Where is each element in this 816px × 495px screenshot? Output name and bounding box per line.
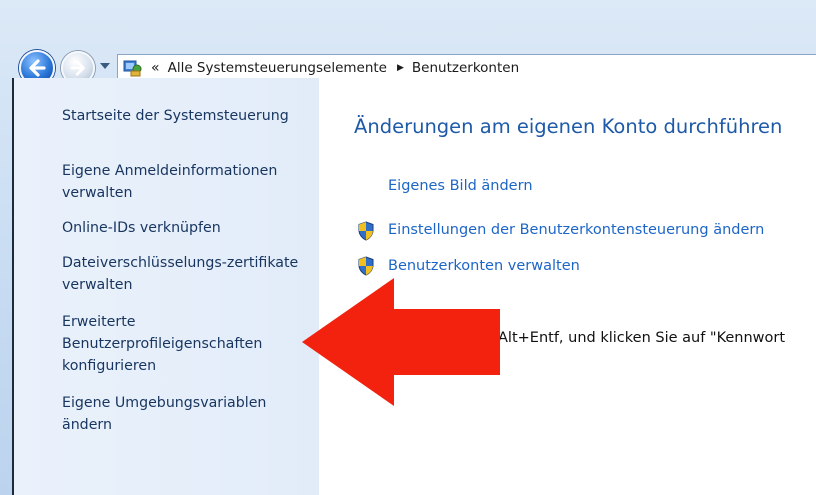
sidebar-item-control-panel-home[interactable]: Startseite der Systemsteuerung [62, 105, 317, 127]
sidebar-item-online-ids[interactable]: Online-IDs verknüpfen [62, 217, 317, 239]
page-title: Änderungen am eigenen Konto durchführen [354, 115, 783, 138]
uac-settings-link[interactable]: Einstellungen der Benutzerkontensteuerun… [388, 222, 764, 238]
control-panel-icon [123, 58, 143, 78]
uac-shield-icon [358, 221, 374, 241]
sidebar-item-environment-variables[interactable]: Eigene Umgebungsvariablen ändern [62, 392, 317, 436]
sidebar-item-encryption-certificates[interactable]: Dateiverschlüsselungs-zertifikate verwal… [62, 252, 317, 296]
back-arrow-icon [29, 59, 46, 77]
address-overflow-chevron[interactable]: « [151, 60, 160, 76]
sidebar-item-advanced-profile-properties[interactable]: Erweiterte Benutzerprofileigenschaften k… [62, 311, 317, 377]
manage-accounts-link[interactable]: Benutzerkonten verwalten [388, 258, 580, 274]
sidebar: Startseite der Systemsteuerung Eigene An… [12, 78, 321, 495]
sidebar-item-credentials[interactable]: Eigene Anmeldeinformationen verwalten [62, 160, 317, 204]
password-hint-text: Alt+Entf, und klicken Sie auf "Kennwort [498, 330, 786, 346]
uac-shield-icon [358, 256, 374, 276]
navigation-toolbar: « Alle Systemsteuerungselemente ▶ Benutz… [0, 20, 816, 86]
breadcrumb-control-panel[interactable]: Alle Systemsteuerungselemente [168, 60, 387, 76]
explorer-window: « Alle Systemsteuerungselemente ▶ Benutz… [0, 0, 816, 495]
breadcrumb-separator[interactable]: ▶ [397, 63, 404, 73]
annotation-arrow [302, 278, 500, 406]
forward-arrow-icon [70, 60, 85, 76]
change-picture-link[interactable]: Eigenes Bild ändern [388, 178, 533, 194]
dropdown-icon[interactable] [100, 63, 110, 69]
breadcrumb-user-accounts[interactable]: Benutzerkonten [412, 60, 519, 76]
